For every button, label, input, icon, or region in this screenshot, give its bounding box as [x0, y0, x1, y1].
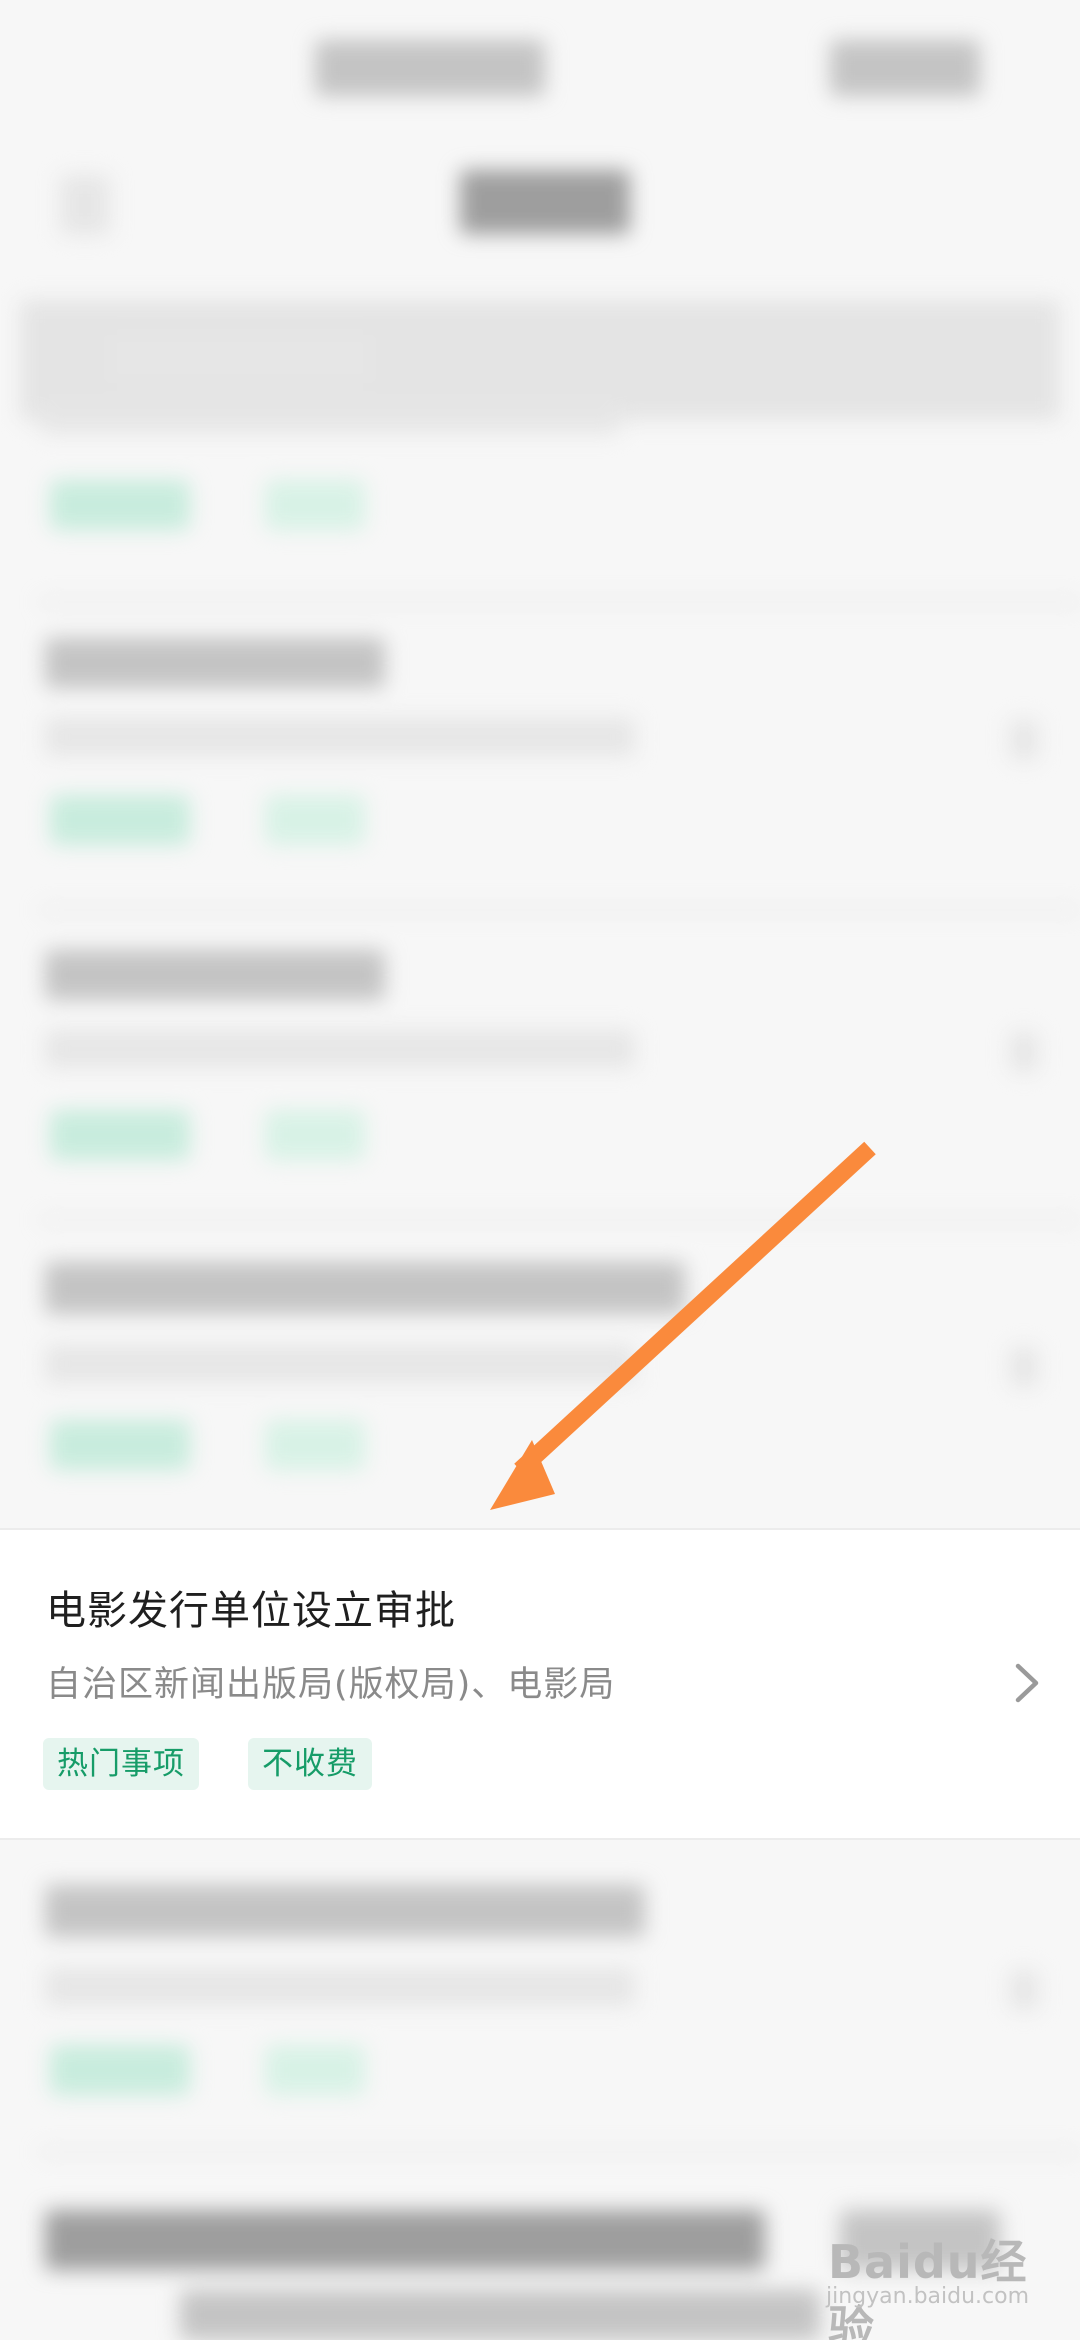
blurred-item-6-chevron — [1010, 1970, 1038, 2010]
blurred-item-1-tag-2 — [265, 480, 365, 530]
blurred-item-6-line — [45, 1968, 635, 2006]
item-title: 电影发行单位设立审批 — [46, 1588, 456, 1634]
blurred-item-6-tag-2 — [265, 2045, 365, 2095]
blurred-item-3-chevron — [1010, 1032, 1038, 1072]
blurred-item-2-chevron — [1010, 720, 1038, 760]
blurred-page-title — [460, 170, 630, 234]
blurred-separator-1 — [40, 600, 1080, 604]
item-department: 自治区新闻出版局(版权局)、电影局 — [46, 1665, 616, 1705]
blurred-item-3-line — [45, 1030, 635, 1068]
service-list-item[interactable]: 电影发行单位设立审批 自治区新闻出版局(版权局)、电影局 热门事项 不收费 — [0, 1528, 1080, 1840]
blurred-item-2-title — [45, 638, 385, 688]
blurred-item-4-title — [45, 1262, 685, 1314]
watermark-logo: Baidu经验 — [828, 2235, 1028, 2340]
blurred-back-icon — [60, 175, 110, 235]
chevron-right-icon — [1015, 1663, 1039, 1703]
baidu-watermark: Baidu经验 jingyan.baidu.com — [824, 2226, 1060, 2340]
blurred-item-1-title — [110, 335, 370, 381]
blurred-item-7-title — [45, 2210, 765, 2270]
blurred-item-2-tag-2 — [265, 795, 365, 845]
blurred-item-6-title — [45, 1885, 645, 1937]
blurred-item-2-line — [45, 718, 635, 756]
blurred-item-1-line — [40, 400, 620, 434]
blurred-separator-3 — [40, 1218, 1080, 1222]
blurred-separator-2 — [40, 908, 1080, 912]
blurred-item-4-tag-1 — [50, 1420, 190, 1470]
blurred-item-7-line — [180, 2290, 820, 2340]
blurred-header-right — [830, 40, 980, 96]
blurred-item-1-tag-1 — [50, 480, 190, 530]
blurred-item-3-title — [45, 950, 385, 1000]
blurred-item-3-tag-2 — [265, 1110, 365, 1160]
watermark-domain: jingyan.baidu.com — [826, 2284, 1030, 2309]
blurred-separator-5 — [40, 2150, 1080, 2154]
blurred-header-center — [315, 40, 545, 96]
blurred-background — [0, 0, 1080, 2340]
blurred-item-4-tag-2 — [265, 1420, 365, 1470]
blurred-item-3-tag-1 — [50, 1110, 190, 1160]
blurred-item-6-tag-1 — [50, 2045, 190, 2095]
tag-free-of-charge: 不收费 — [248, 1738, 372, 1790]
tag-hot-item: 热门事项 — [43, 1738, 199, 1790]
blurred-item-4-line — [45, 1345, 635, 1383]
blurred-item-2-tag-1 — [50, 795, 190, 845]
blurred-item-4-chevron — [1010, 1347, 1038, 1387]
